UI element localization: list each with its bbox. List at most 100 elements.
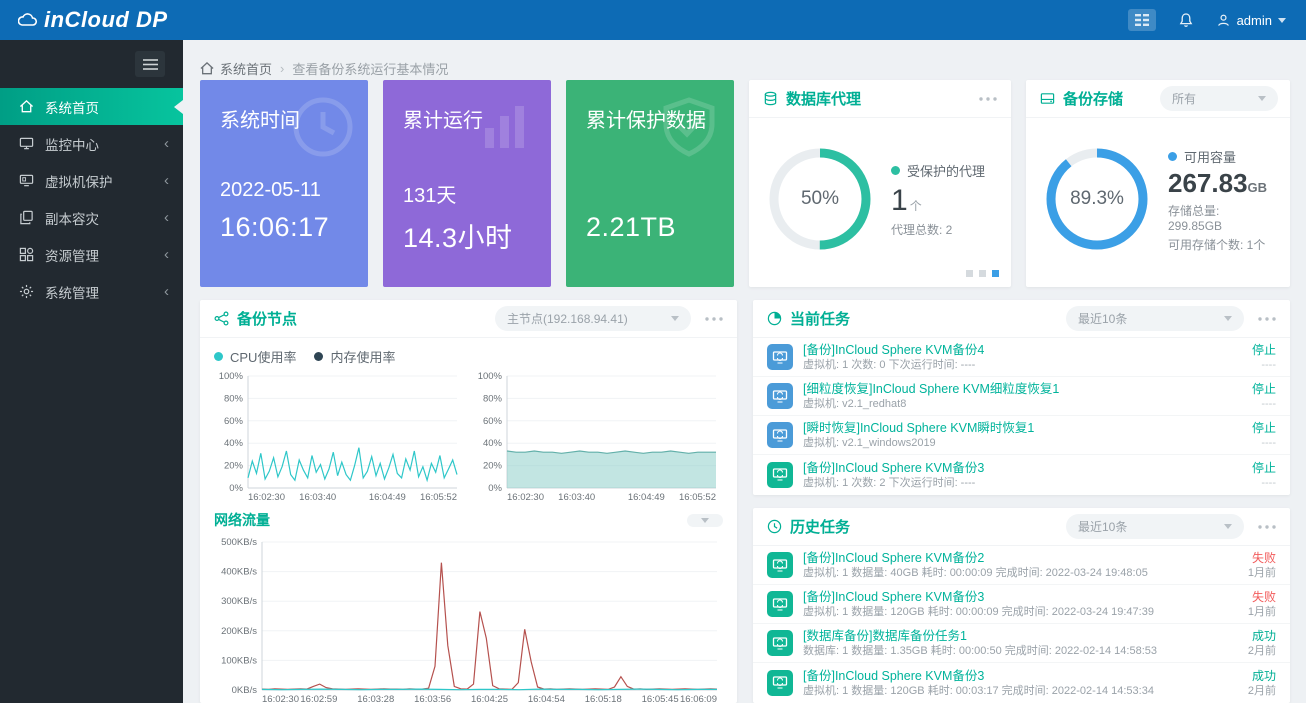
panel-title: 备份存储 bbox=[1063, 88, 1123, 109]
pager-dot[interactable] bbox=[966, 270, 973, 277]
task-title-link[interactable]: [备份]InCloud Sphere KVM备份2 bbox=[803, 550, 1194, 566]
svg-text:0%: 0% bbox=[488, 483, 502, 494]
task-stop-link[interactable]: 停止 bbox=[1204, 381, 1276, 397]
node-selector-dropdown[interactable]: 主节点(192.168.94.41) bbox=[495, 306, 691, 331]
svg-text:16:02:30: 16:02:30 bbox=[507, 492, 544, 503]
history-task-row: [数据库备份]数据库备份任务1 数据库: 1 数据量: 1.35GB 耗时: 0… bbox=[753, 624, 1290, 663]
task-title-link[interactable]: [备份]InCloud Sphere KVM备份3 bbox=[803, 460, 1194, 476]
mem-legend-dot bbox=[314, 352, 323, 361]
pager-dot[interactable] bbox=[979, 270, 986, 277]
panel-title: 数据库代理 bbox=[786, 88, 861, 109]
sidebar-collapse-button[interactable] bbox=[135, 51, 165, 77]
current-tasks-panel: 当前任务 最近10条 bbox=[753, 300, 1290, 495]
panel-title: 当前任务 bbox=[790, 308, 850, 329]
chevron-down-icon bbox=[701, 518, 709, 523]
node-share-icon bbox=[214, 311, 229, 326]
chevron-left-icon: ‹ bbox=[164, 136, 169, 151]
svg-text:16:05:18: 16:05:18 bbox=[585, 694, 622, 703]
monitor-icon bbox=[18, 136, 34, 151]
current-tasks-filter-dropdown[interactable]: 最近10条 bbox=[1066, 306, 1244, 331]
backup-node-panel: 备份节点 主节点(192.168.94.41) CPU使用率 内存 bbox=[200, 300, 737, 703]
task-title-link[interactable]: [数据库备份]数据库备份任务1 bbox=[803, 628, 1194, 644]
sidebar-item-home[interactable]: 系统首页 bbox=[0, 88, 183, 125]
current-tasks-icon bbox=[767, 311, 782, 326]
task-stop-link[interactable]: 停止 bbox=[1204, 420, 1276, 436]
vm-backup-task-icon bbox=[767, 462, 793, 488]
task-title-link[interactable]: [细粒度恢复]InCloud Sphere KVM细粒度恢复1 bbox=[803, 381, 1194, 397]
task-age: 1月前 bbox=[1204, 605, 1276, 619]
stat-card: 累计保护数据 2.21TB bbox=[566, 80, 734, 287]
svg-text:80%: 80% bbox=[224, 393, 244, 404]
svg-text:40%: 40% bbox=[483, 438, 503, 449]
more-options-icon[interactable] bbox=[977, 95, 999, 103]
chevron-left-icon: ‹ bbox=[164, 210, 169, 225]
apps-grid-icon[interactable] bbox=[1128, 9, 1156, 31]
network-traffic-title: 网络流量 bbox=[214, 510, 270, 530]
sidebar-item-label: 监控中心 bbox=[45, 134, 99, 154]
task-detail: 虚拟机: 1 数据量: 120GB 耗时: 00:03:17 完成时间: 202… bbox=[803, 684, 1194, 698]
sidebar-item-system-mgmt[interactable]: 系统管理 ‹ bbox=[0, 273, 183, 310]
chevron-down-icon bbox=[1258, 96, 1266, 101]
topbar-actions: admin bbox=[1128, 9, 1286, 31]
task-age: 2月前 bbox=[1204, 644, 1276, 658]
history-tasks-filter-dropdown[interactable]: 最近10条 bbox=[1066, 514, 1244, 539]
available-capacity-label: 可用容量 bbox=[1184, 147, 1236, 166]
agent-total-label: 代理总数: 2 bbox=[891, 221, 985, 238]
svg-text:16:03:28: 16:03:28 bbox=[357, 694, 394, 703]
task-title-link[interactable]: [备份]InCloud Sphere KVM备份3 bbox=[803, 589, 1194, 605]
chevron-left-icon: ‹ bbox=[164, 284, 169, 299]
storage-filter-dropdown[interactable]: 所有 bbox=[1160, 86, 1278, 111]
current-task-row: [瞬时恢复]InCloud Sphere KVM瞬时恢复1 虚拟机: v2.1_… bbox=[753, 416, 1290, 455]
svg-text:100%: 100% bbox=[219, 371, 244, 382]
vm-backup-task-icon bbox=[767, 552, 793, 578]
memory-usage-chart: 0%20%40%60%80%100%16:02:3016:03:4016:04:… bbox=[473, 368, 722, 504]
svg-text:16:04:49: 16:04:49 bbox=[369, 492, 406, 503]
vm-backup-task-icon bbox=[767, 670, 793, 696]
hamburger-icon bbox=[143, 59, 158, 70]
more-options-icon[interactable] bbox=[1256, 315, 1278, 323]
vm-backup-task-icon bbox=[767, 344, 793, 370]
task-detail: 数据库: 1 数据量: 1.35GB 耗时: 00:00:50 完成时间: 20… bbox=[803, 644, 1194, 658]
task-stop-link[interactable]: 停止 bbox=[1204, 342, 1276, 358]
settings-gear-icon bbox=[18, 284, 34, 299]
db-agent-panel: 数据库代理 50% bbox=[749, 80, 1011, 287]
sidebar-item-label: 资源管理 bbox=[45, 245, 99, 265]
breadcrumb-home-link[interactable]: 系统首页 bbox=[220, 59, 272, 78]
task-detail: 虚拟机: 1 次数: 2 下次运行时间: ---- bbox=[803, 476, 1194, 490]
copy-document-icon bbox=[18, 210, 34, 225]
protected-agent-label: 受保护的代理 bbox=[907, 161, 985, 180]
current-task-row: [备份]InCloud Sphere KVM备份4 虚拟机: 1 次数: 0 下… bbox=[753, 338, 1290, 377]
task-next-run: ---- bbox=[1204, 358, 1276, 372]
task-title-link[interactable]: [备份]InCloud Sphere KVM备份4 bbox=[803, 342, 1194, 358]
sidebar-item-resource-mgmt[interactable]: 资源管理 ‹ bbox=[0, 236, 183, 273]
panel-title: 备份节点 bbox=[237, 308, 297, 329]
sidebar-item-replica-dr[interactable]: 副本容灾 ‹ bbox=[0, 199, 183, 236]
more-options-icon[interactable] bbox=[1256, 523, 1278, 531]
vm-backup-task-icon bbox=[767, 591, 793, 617]
svg-text:16:03:56: 16:03:56 bbox=[414, 694, 451, 703]
cpu-usage-chart: 0%20%40%60%80%100%16:02:3016:03:4016:04:… bbox=[214, 368, 463, 504]
breadcrumb-separator: › bbox=[280, 61, 284, 76]
pager-dot-active[interactable] bbox=[992, 270, 999, 277]
current-task-row: [细粒度恢复]InCloud Sphere KVM细粒度恢复1 虚拟机: v2.… bbox=[753, 377, 1290, 416]
task-title-link[interactable]: [瞬时恢复]InCloud Sphere KVM瞬时恢复1 bbox=[803, 420, 1194, 436]
panel-title: 历史任务 bbox=[790, 516, 850, 537]
user-menu[interactable]: admin bbox=[1216, 13, 1286, 28]
task-stop-link[interactable]: 停止 bbox=[1204, 460, 1276, 476]
task-next-run: ---- bbox=[1204, 476, 1276, 490]
carousel-pagination bbox=[966, 270, 999, 277]
clock-watermark-icon bbox=[290, 94, 356, 160]
more-options-icon[interactable] bbox=[703, 315, 725, 323]
svg-text:20%: 20% bbox=[483, 461, 503, 472]
sidebar-item-monitor-center[interactable]: 监控中心 ‹ bbox=[0, 125, 183, 162]
svg-text:16:02:30: 16:02:30 bbox=[262, 694, 299, 703]
task-title-link[interactable]: [备份]InCloud Sphere KVM备份3 bbox=[803, 668, 1194, 684]
vm-restore-task-icon bbox=[767, 422, 793, 448]
system-time: 16:06:17 bbox=[220, 212, 350, 243]
task-age: 1月前 bbox=[1204, 566, 1276, 580]
notification-bell-icon[interactable] bbox=[1178, 12, 1194, 29]
legend-dot bbox=[891, 166, 900, 175]
db-agent-donut-chart: 50% bbox=[765, 144, 875, 254]
network-filter-dropdown[interactable] bbox=[687, 514, 723, 527]
sidebar-item-vm-protection[interactable]: 虚拟机保护 ‹ bbox=[0, 162, 183, 199]
